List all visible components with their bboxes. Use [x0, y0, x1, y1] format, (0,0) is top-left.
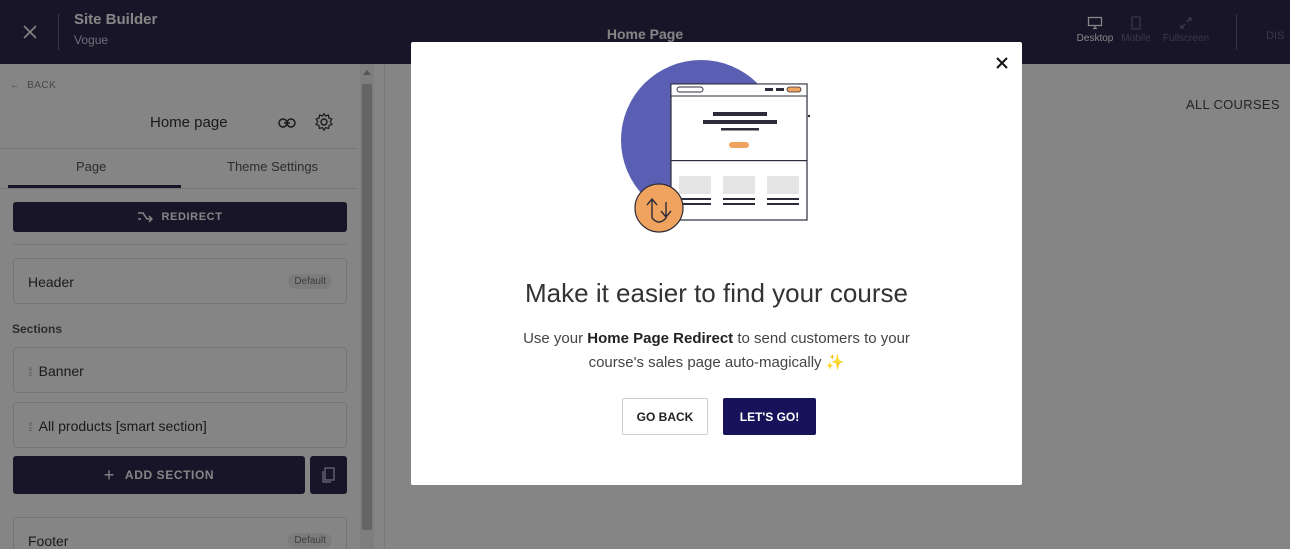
body-text: course's sales page auto-magically: [588, 354, 822, 371]
redirect-arrows-icon: [634, 183, 684, 233]
go-back-button[interactable]: GO BACK: [622, 398, 708, 435]
body-text: Use your: [523, 330, 588, 347]
lets-go-button[interactable]: LET'S GO!: [723, 398, 816, 435]
close-icon[interactable]: [996, 52, 1008, 75]
body-highlight: Home Page Redirect: [587, 330, 734, 347]
body-text: to send customers to your: [733, 330, 910, 347]
modal-title: Make it easier to find your course: [525, 278, 908, 308]
redirect-illustration: [621, 60, 811, 233]
redirect-promo-modal: Make it easier to find your course Use y…: [411, 42, 1022, 485]
modal-description: Use your Home Page Redirect to send cust…: [411, 327, 1022, 375]
sparkle-icon: ✨: [825, 354, 845, 371]
